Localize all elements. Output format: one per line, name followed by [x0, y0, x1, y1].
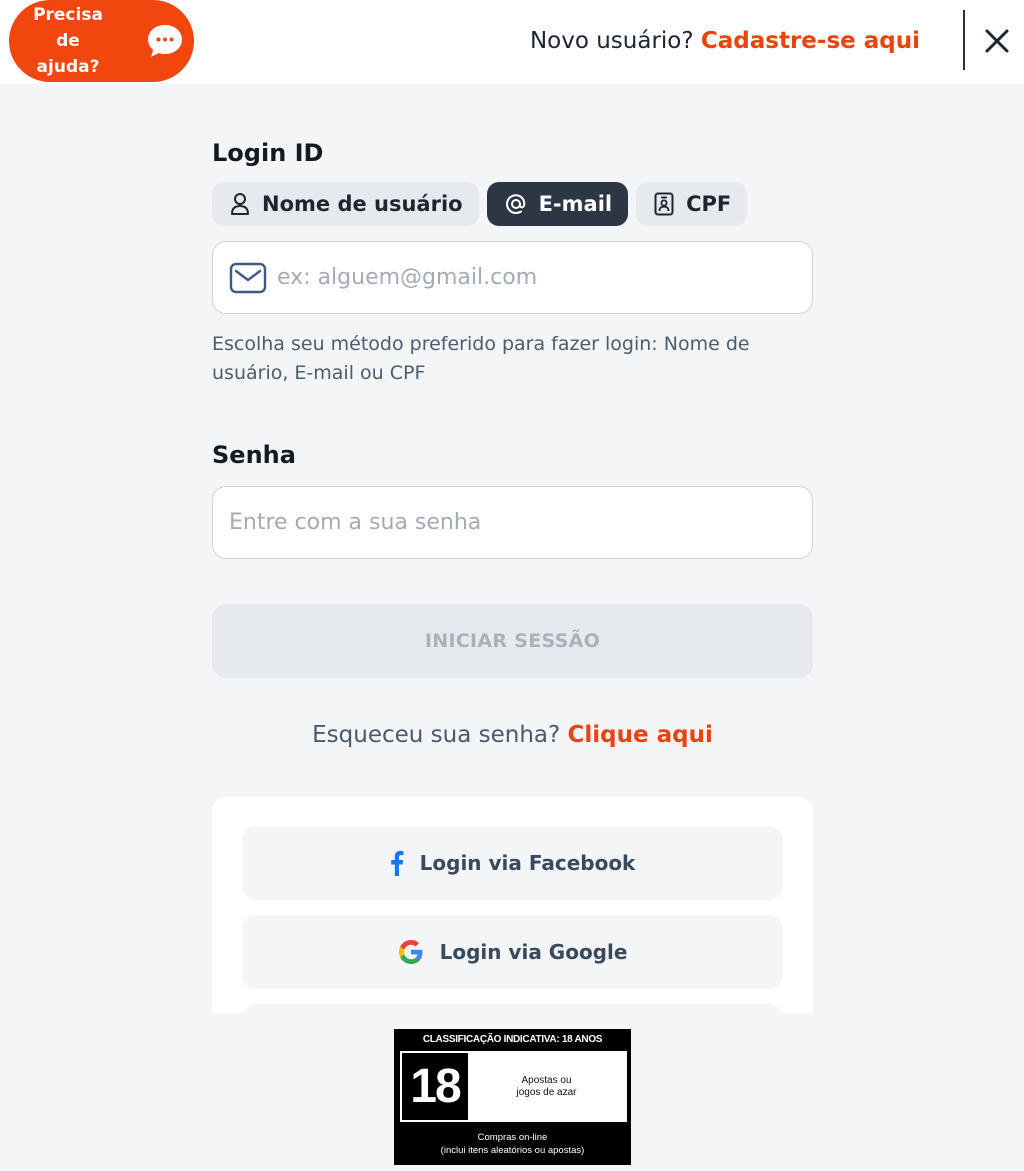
top-bar: Precisa de ajuda? Novo usuário? Cadastre… [0, 0, 1024, 84]
tab-cpf-label: CPF [686, 192, 732, 216]
password-input[interactable] [229, 510, 812, 535]
login-hint: Escolha seu método preferido para fazer … [212, 333, 750, 384]
header-divider [963, 10, 965, 70]
tab-email[interactable]: E-mail [486, 182, 629, 226]
tab-username[interactable]: Nome de usuário [212, 182, 479, 226]
facebook-icon [390, 850, 404, 876]
google-login-label: Login via Google [439, 940, 628, 964]
tab-email-label: E-mail [538, 192, 613, 216]
tab-username-label: Nome de usuário [262, 192, 463, 216]
close-icon [985, 29, 1009, 53]
help-button[interactable]: Precisa de ajuda? [9, 0, 194, 82]
rating-box: 18 Apostas ou jogos de azar [400, 1051, 627, 1122]
age-rating-badge: CLASSIFICAÇÃO INDICATIVA: 18 ANOS 18 Apo… [394, 1029, 631, 1165]
rating-description: Apostas ou jogos de azar [516, 1074, 577, 1098]
facebook-login-button[interactable]: Login via Facebook [242, 826, 783, 900]
new-user-text: Novo usuário? [529, 28, 694, 54]
close-button[interactable] [980, 24, 1014, 58]
id-card-icon [654, 192, 674, 216]
help-label: Precisa de ajuda? [33, 5, 103, 77]
rating-age: 18 [402, 1053, 468, 1120]
login-id-label: Login ID [212, 139, 324, 167]
user-icon [231, 193, 249, 215]
login-method-tabs: Nome de usuário E-mail CPF [212, 182, 748, 226]
at-icon [505, 194, 525, 215]
password-label: Senha [212, 441, 296, 469]
facebook-login-label: Login via Facebook [419, 851, 636, 875]
forgot-password: Esqueceu sua senha? Clique aqui [212, 722, 813, 748]
login-submit-button[interactable]: INICIAR SESSÃO [212, 604, 813, 678]
social-login-button-partial[interactable] [242, 1004, 783, 1013]
social-login-card: Login via Facebook Login via Google [212, 797, 813, 1013]
password-field[interactable] [212, 486, 813, 559]
chat-bubble-icon [148, 25, 182, 57]
forgot-password-link[interactable]: Clique aqui [568, 722, 713, 748]
email-field[interactable] [212, 241, 813, 314]
google-icon [398, 940, 423, 964]
signup-link[interactable]: Cadastre-se aqui [701, 28, 920, 54]
mail-icon [229, 262, 267, 293]
forgot-text: Esqueceu sua senha? [312, 722, 561, 748]
rating-title: CLASSIFICAÇÃO INDICATIVA: 18 ANOS [422, 1034, 603, 1045]
email-input[interactable] [277, 265, 812, 290]
new-user-prompt: Novo usuário? Cadastre-se aqui [530, 26, 920, 56]
rating-footer: Compras on-line (inclui itens aleatórios… [440, 1132, 585, 1156]
google-login-button[interactable]: Login via Google [242, 915, 783, 989]
tab-cpf[interactable]: CPF [636, 182, 748, 226]
